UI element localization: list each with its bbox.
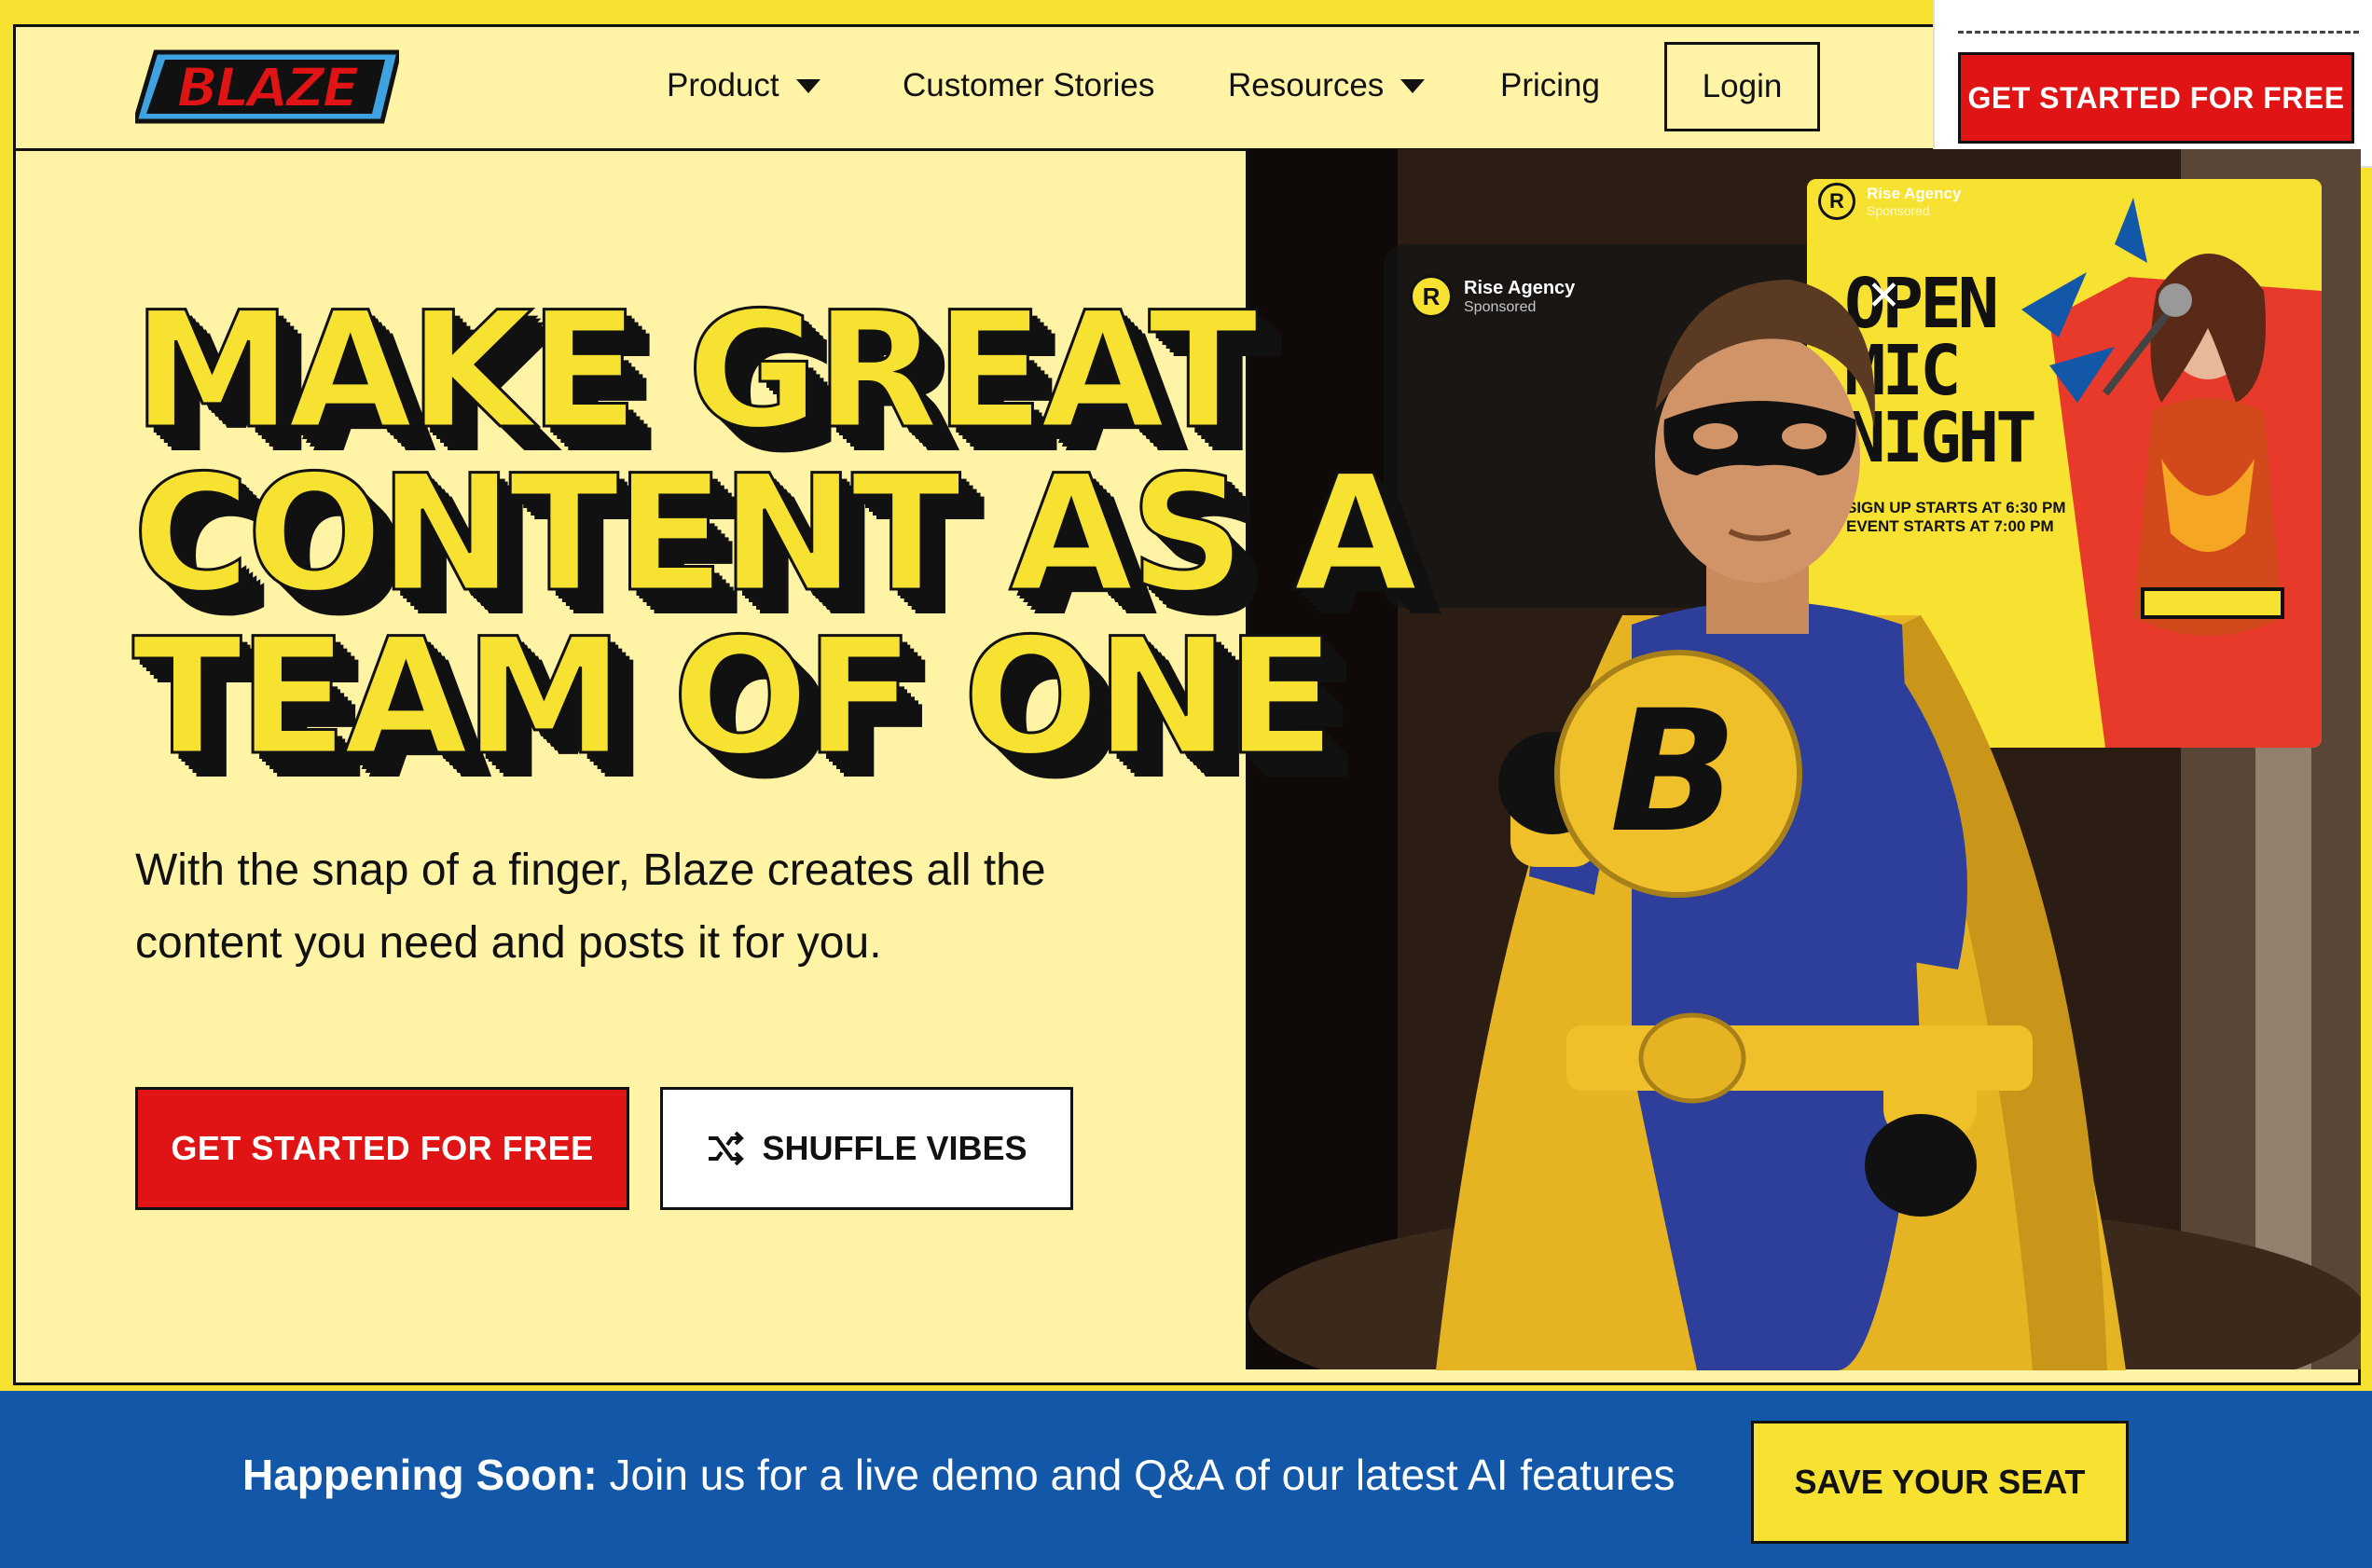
chevron-down-icon xyxy=(795,78,821,93)
hero-headline: MAKE GREAT CONTENT AS A TEAM OF ONE xyxy=(131,277,1531,791)
avatar: R xyxy=(1818,183,1855,220)
chest-emblem-letter: B xyxy=(1609,675,1737,870)
nav-resources-label: Resources xyxy=(1228,67,1385,103)
nav-pricing[interactable]: Pricing xyxy=(1500,62,1600,110)
nav-resources[interactable]: Resources xyxy=(1228,62,1426,110)
banner-message: Join us for a live demo and Q&A of our l… xyxy=(597,1451,1676,1499)
nav-product[interactable]: Product xyxy=(667,62,821,110)
nav-customer-stories[interactable]: Customer Stories xyxy=(903,62,1154,110)
sticky-get-started-button[interactable]: GET STARTED FOR FREE xyxy=(1958,52,2354,144)
hero-subcopy: With the snap of a finger, Blaze creates… xyxy=(135,846,1046,968)
banner-text: Happening Soon: Join us for a live demo … xyxy=(242,1450,1676,1500)
save-your-seat-button[interactable]: SAVE YOUR SEAT xyxy=(1751,1421,2129,1544)
shuffle-vibes-button[interactable]: SHUFFLE VIBES xyxy=(660,1087,1073,1210)
headline-line: TEAM OF ONE xyxy=(131,603,1337,791)
nav-product-label: Product xyxy=(667,67,779,103)
ad-front-header: R Rise Agency Sponsored xyxy=(1818,183,1961,220)
shuffle-vibes-label: SHUFFLE VIBES xyxy=(762,1129,1027,1167)
chevron-down-icon xyxy=(1400,78,1426,93)
headline-line: CONTENT AS A xyxy=(131,440,1419,627)
nav-pricing-label: Pricing xyxy=(1500,67,1600,103)
ad-front-name: Rise Agency xyxy=(1867,185,1962,202)
headline-line: MAKE GREAT xyxy=(131,277,1260,464)
nav-customer-stories-label: Customer Stories xyxy=(903,67,1155,103)
banner-lead: Happening Soon: xyxy=(242,1451,598,1499)
blaze-logo[interactable]: BLAZE xyxy=(135,47,399,127)
logo-text: BLAZE xyxy=(177,56,359,119)
get-started-button[interactable]: GET STARTED FOR FREE xyxy=(135,1087,629,1210)
login-button[interactable]: Login xyxy=(1664,42,1820,131)
dashed-divider xyxy=(1958,31,2359,34)
ad-front-sub: Sponsored xyxy=(1867,203,1930,218)
shuffle-icon xyxy=(709,1131,745,1166)
